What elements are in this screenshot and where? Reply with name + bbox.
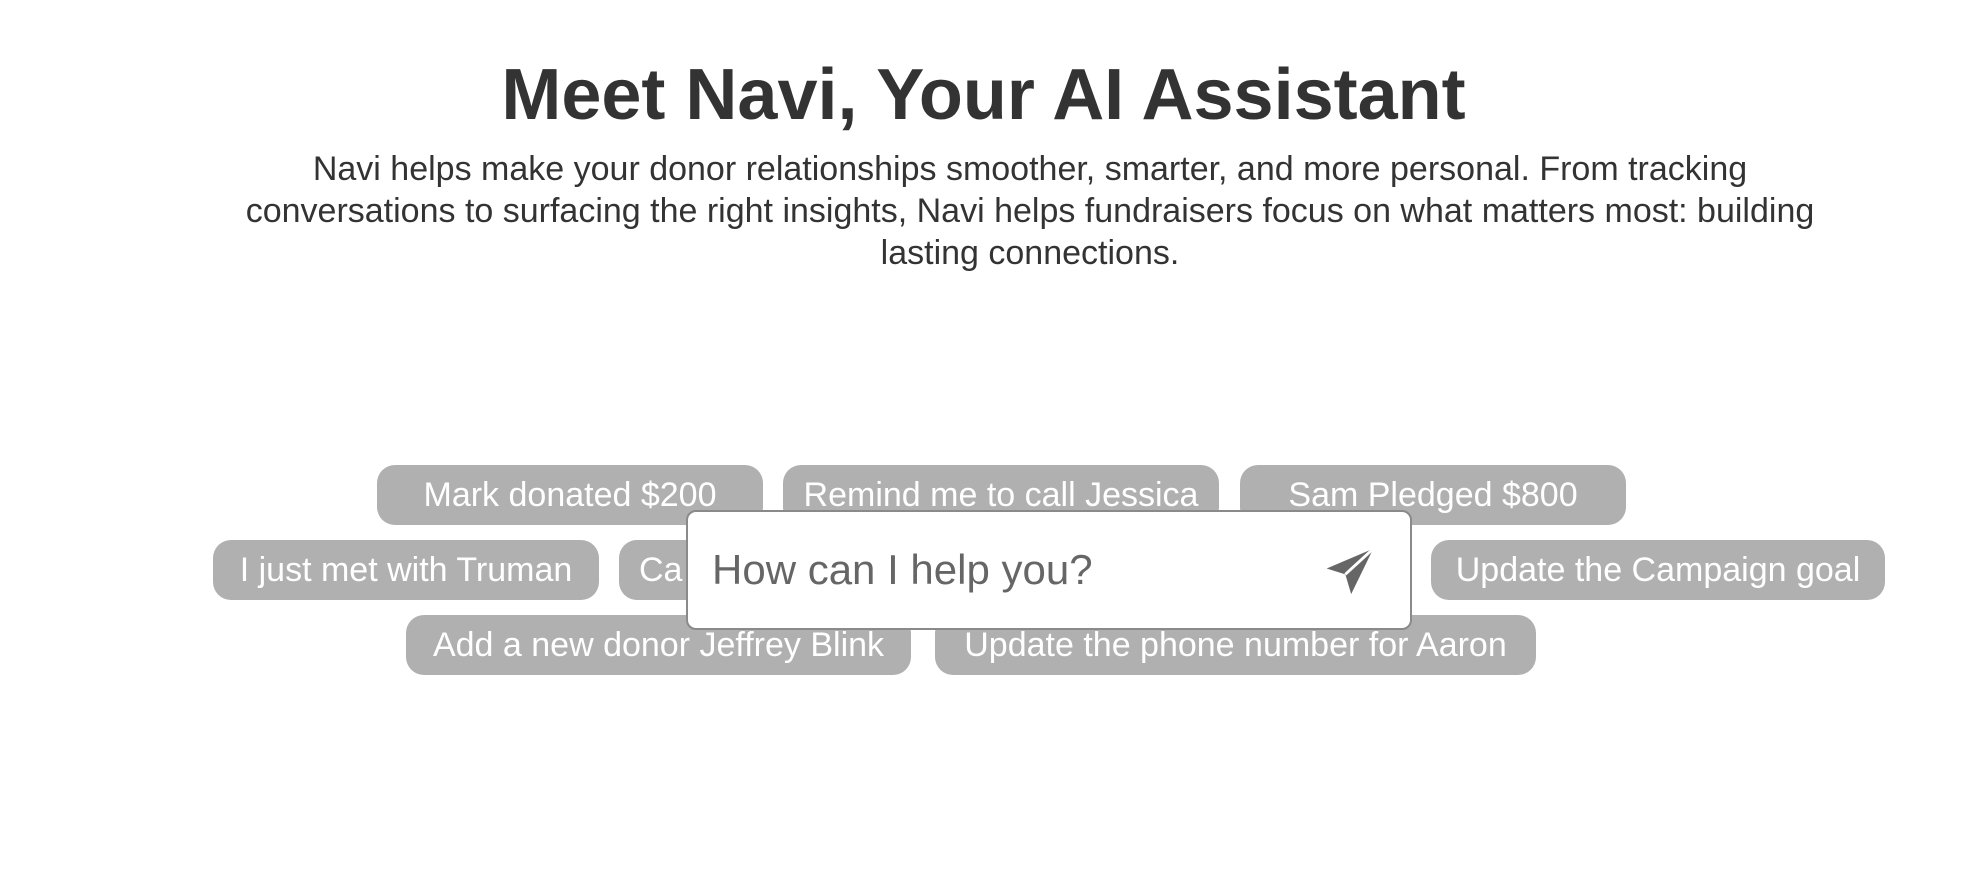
send-icon: [1322, 544, 1378, 605]
send-button[interactable]: [1320, 544, 1380, 604]
page-title: Meet Navi, Your AI Assistant: [501, 55, 1466, 135]
suggestion-chip-campaign-goal[interactable]: Update the Campaign goal: [1431, 540, 1885, 600]
chat-input-box: [686, 510, 1412, 630]
page-description: Navi helps make your donor relationships…: [245, 150, 1815, 272]
chat-input[interactable]: [712, 540, 1272, 600]
suggestion-chip-met-truman[interactable]: I just met with Truman: [213, 540, 599, 600]
